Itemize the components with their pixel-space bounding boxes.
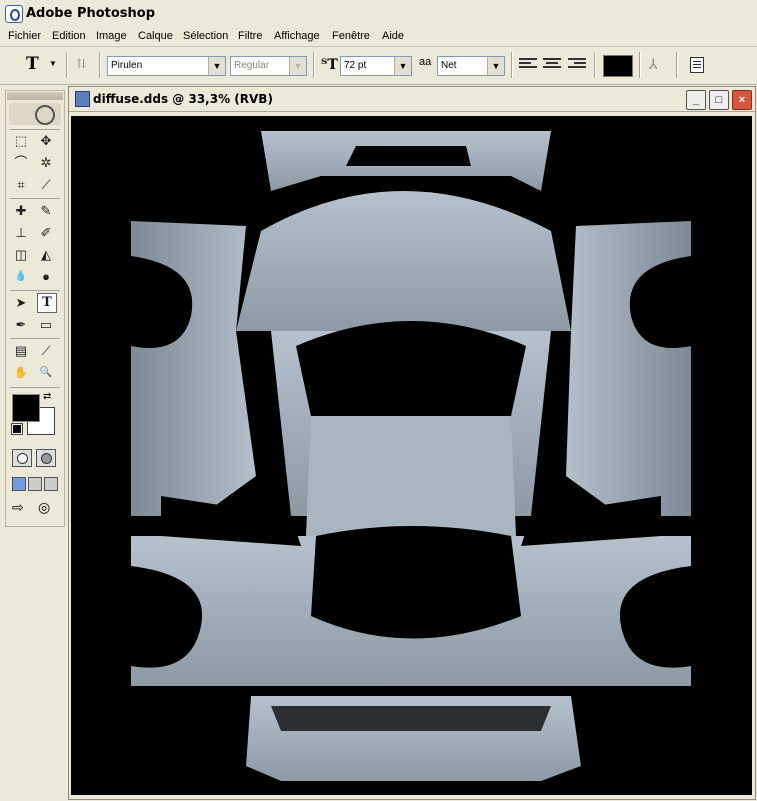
- quick-mask-button[interactable]: [36, 449, 56, 467]
- document-titlebar[interactable]: diffuse.dds @ 33,3% (RVB) _ □ ×: [69, 87, 755, 112]
- close-button[interactable]: ×: [732, 90, 752, 110]
- chevron-down-icon[interactable]: ▼: [289, 57, 306, 75]
- menu-edition[interactable]: Edition: [52, 30, 86, 42]
- full-screen-button[interactable]: [44, 477, 58, 491]
- font-style-select[interactable]: Regular ▼: [230, 56, 307, 76]
- text-color-swatch[interactable]: [603, 55, 633, 77]
- menu-fichier[interactable]: Fichier: [8, 30, 41, 42]
- antialias-select[interactable]: Net ▼: [437, 56, 505, 76]
- font-size-select[interactable]: 72 pt ▼: [340, 56, 412, 76]
- lasso-tool-icon[interactable]: ⌒: [11, 153, 31, 173]
- toolbar-divider: [66, 52, 68, 78]
- healing-tool-icon[interactable]: ✚: [11, 201, 31, 221]
- path-select-tool-icon[interactable]: ➤: [11, 293, 31, 313]
- brush-tool-icon[interactable]: ✎: [36, 201, 56, 221]
- antialias-value: Net: [441, 60, 457, 71]
- chevron-down-icon[interactable]: ▼: [487, 57, 504, 75]
- font-size-icon: ᵀT: [321, 57, 338, 73]
- toolbar-divider: [313, 52, 315, 78]
- blur-tool-icon[interactable]: 💧: [11, 267, 31, 287]
- toolbar-divider: [639, 52, 641, 78]
- toolbox-divider: [10, 198, 60, 199]
- toolbox-divider: [10, 387, 60, 388]
- app-titlebar: Adobe Photoshop: [0, 0, 757, 28]
- menu-fenetre[interactable]: Fenêtre: [332, 30, 370, 42]
- menu-calque[interactable]: Calque: [138, 30, 173, 42]
- toolbar-divider: [99, 52, 101, 78]
- font-family-select[interactable]: Pirulen ▼: [107, 56, 226, 76]
- minimize-button[interactable]: _: [686, 90, 706, 110]
- toolbar-divider: [676, 52, 678, 78]
- photoshop-app-icon: [5, 5, 23, 23]
- standard-mode-button[interactable]: [12, 449, 32, 467]
- stamp-tool-icon[interactable]: ⊥: [11, 223, 31, 243]
- history-brush-tool-icon[interactable]: ✐: [36, 223, 56, 243]
- text-orientation-icon[interactable]: ⇅: [76, 57, 87, 72]
- chevron-down-icon[interactable]: ▼: [394, 57, 411, 75]
- toolbox-grip[interactable]: [7, 92, 63, 100]
- slice-tool-icon[interactable]: ⟋: [36, 175, 56, 195]
- palettes-toggle-button[interactable]: [690, 57, 704, 73]
- document-window: diffuse.dds @ 33,3% (RVB) _ □ ×: [68, 86, 756, 800]
- zoom-tool-icon[interactable]: 🔍: [36, 363, 56, 383]
- antialias-icon: aa: [419, 56, 432, 68]
- standard-screen-button[interactable]: [12, 477, 26, 491]
- chevron-down-icon[interactable]: ▼: [208, 57, 225, 75]
- font-size-value: 72 pt: [344, 60, 367, 71]
- font-family-value: Pirulen: [111, 60, 143, 71]
- menu-aide[interactable]: Aide: [382, 30, 404, 42]
- roof-part: [306, 416, 516, 536]
- document-icon: [75, 91, 90, 107]
- windshield-gap: [296, 321, 526, 416]
- pen-tool-icon[interactable]: ✒: [11, 315, 31, 335]
- document-title: diffuse.dds @ 33,3% (RVB): [93, 92, 273, 106]
- foreground-color-swatch[interactable]: [12, 394, 40, 422]
- magic-wand-tool-icon[interactable]: ✲: [36, 153, 56, 173]
- imageready-icon[interactable]: ◎: [38, 499, 50, 516]
- align-left-button[interactable]: [519, 58, 537, 72]
- toolbox-divider: [10, 338, 60, 339]
- crop-tool-icon[interactable]: ⌗: [11, 175, 31, 195]
- app-title: Adobe Photoshop: [26, 6, 156, 21]
- swap-colors-icon[interactable]: ⇄: [43, 391, 51, 402]
- notes-tool-icon[interactable]: ▤: [11, 341, 31, 361]
- menu-filtre[interactable]: Filtre: [238, 30, 262, 42]
- marquee-tool-icon[interactable]: ⬚: [11, 131, 31, 151]
- toolbox-divider: [10, 129, 60, 130]
- car-texture-map: [131, 131, 691, 781]
- tool-preset-picker[interactable]: T: [26, 54, 39, 74]
- menu-image[interactable]: Image: [96, 30, 127, 42]
- shape-tool-icon[interactable]: ▭: [36, 315, 56, 335]
- move-tool-icon[interactable]: ✥: [36, 131, 56, 151]
- photoshop-logo-icon[interactable]: [9, 103, 61, 125]
- menu-selection[interactable]: Sélection: [183, 30, 228, 42]
- default-colors-icon[interactable]: [11, 423, 23, 435]
- maximize-button[interactable]: □: [709, 90, 729, 110]
- jump-to-imageready-icon[interactable]: ⇨: [12, 499, 24, 516]
- toolbar-divider: [594, 52, 596, 78]
- type-tool-icon[interactable]: T: [37, 293, 57, 313]
- eraser-tool-icon[interactable]: ◫: [11, 245, 31, 265]
- align-right-button[interactable]: [568, 58, 586, 72]
- hand-tool-icon[interactable]: ✋: [11, 363, 31, 383]
- chevron-down-icon[interactable]: ▼: [49, 59, 57, 68]
- align-center-button[interactable]: [543, 58, 561, 72]
- full-screen-menu-button[interactable]: [28, 477, 42, 491]
- rear-window-gap: [311, 526, 521, 639]
- warp-text-icon[interactable]: ⅄: [649, 56, 658, 73]
- dodge-tool-icon[interactable]: ●: [36, 267, 56, 287]
- toolbox-divider: [10, 290, 60, 291]
- menu-affichage[interactable]: Affichage: [274, 30, 320, 42]
- rear-bumper-vent: [271, 706, 551, 731]
- hood-part: [236, 191, 571, 331]
- toolbar-divider: [511, 52, 513, 78]
- eyedropper-tool-icon[interactable]: ⟋: [36, 341, 56, 361]
- image-canvas[interactable]: [71, 116, 752, 795]
- menu-bar: Fichier Edition Image Calque Sélection F…: [0, 28, 757, 47]
- font-style-value: Regular: [234, 60, 270, 71]
- bucket-tool-icon[interactable]: ◭: [36, 245, 56, 265]
- front-bumper-gap: [346, 146, 471, 166]
